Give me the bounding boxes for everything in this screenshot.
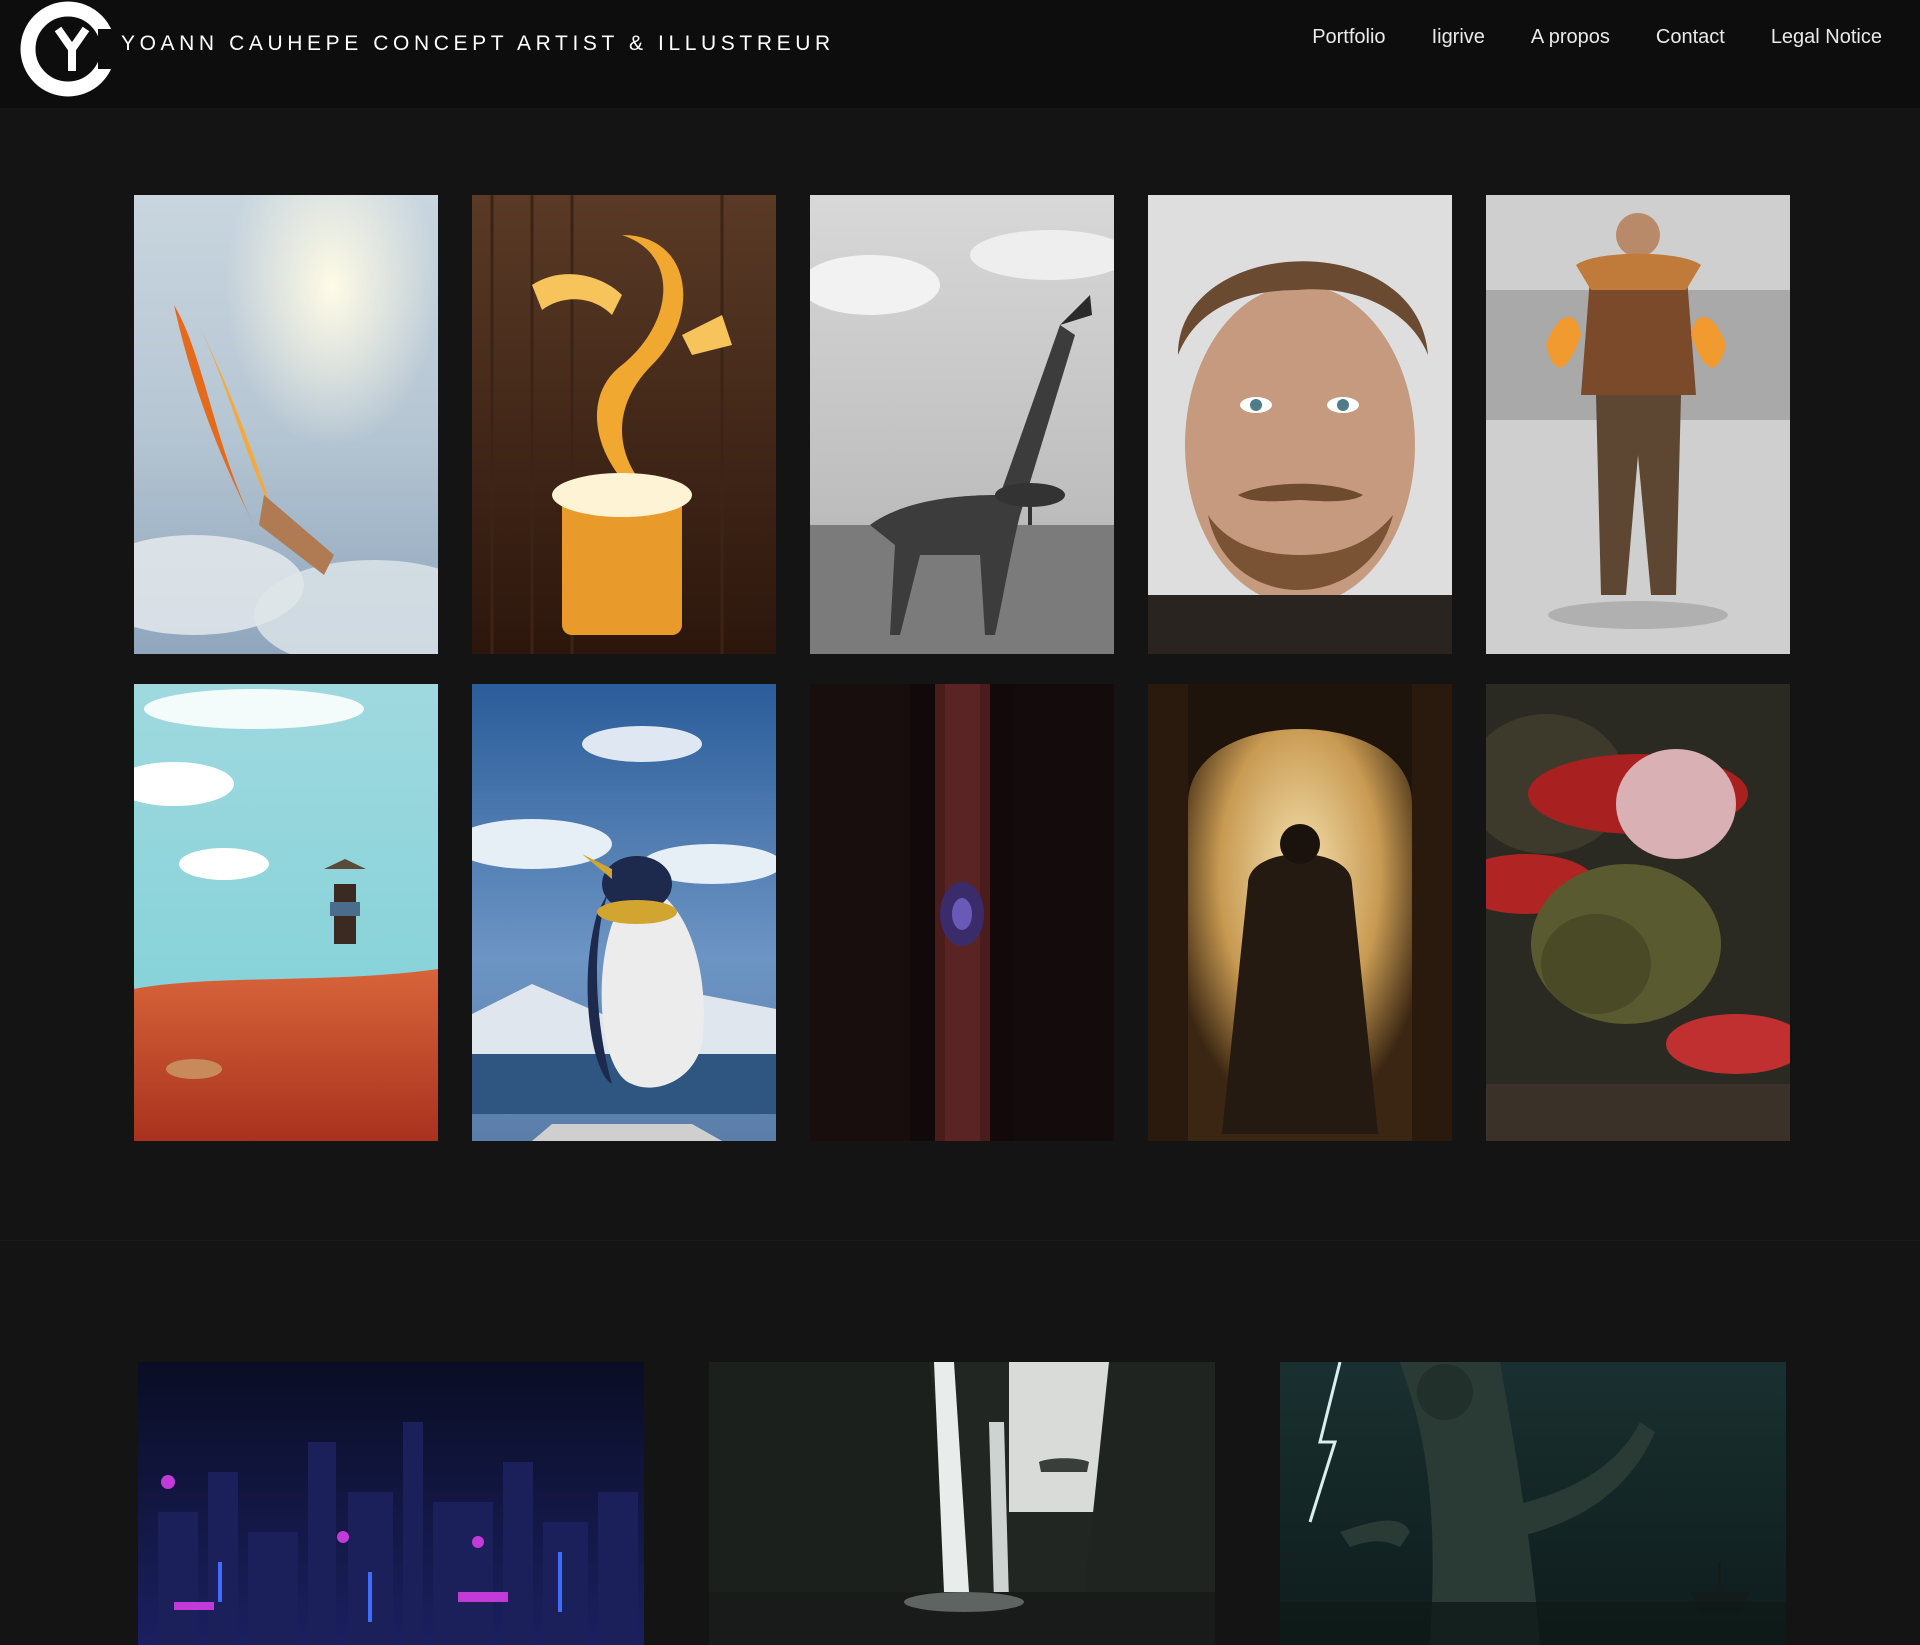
artwork-mushroom-creature[interactable]: [1486, 684, 1790, 1141]
artwork-desert-wanderer[interactable]: [134, 684, 438, 1141]
nav-item-iigrive[interactable]: Iigrive: [1432, 26, 1485, 49]
artwork-dark-pillar[interactable]: [810, 684, 1114, 1141]
artwork-burning-angel[interactable]: [134, 195, 438, 654]
logo-icon[interactable]: [20, 1, 122, 97]
artwork-knight-doorway[interactable]: [1148, 684, 1452, 1141]
artwork-beer-spirit[interactable]: [472, 195, 776, 654]
artwork-sea-monster[interactable]: [1280, 1362, 1786, 1645]
artwork-waterfall-canyon[interactable]: [709, 1362, 1215, 1645]
site-title[interactable]: YOANN CAUHEPE CONCEPT ARTIST & ILLUSTREU…: [121, 32, 835, 56]
artwork-cyberpunk-city[interactable]: [138, 1362, 644, 1645]
site-header: YOANN CAUHEPE CONCEPT ARTIST & ILLUSTREU…: [0, 0, 1920, 108]
section-divider: [0, 1240, 1920, 1241]
artwork-fire-warrior[interactable]: [1486, 195, 1790, 654]
nav-item-portfolio[interactable]: Portfolio: [1312, 26, 1385, 49]
nav-item-legal-notice[interactable]: Legal Notice: [1771, 26, 1882, 49]
artwork-penguin-creature[interactable]: [472, 684, 776, 1141]
artwork-giraffe[interactable]: [810, 195, 1114, 654]
nav-item-about[interactable]: A propos: [1531, 26, 1610, 49]
artwork-bearded-man-portrait[interactable]: [1148, 195, 1452, 654]
main-nav: Portfolio Iigrive A propos Contact Legal…: [1312, 26, 1882, 49]
nav-item-contact[interactable]: Contact: [1656, 26, 1725, 49]
